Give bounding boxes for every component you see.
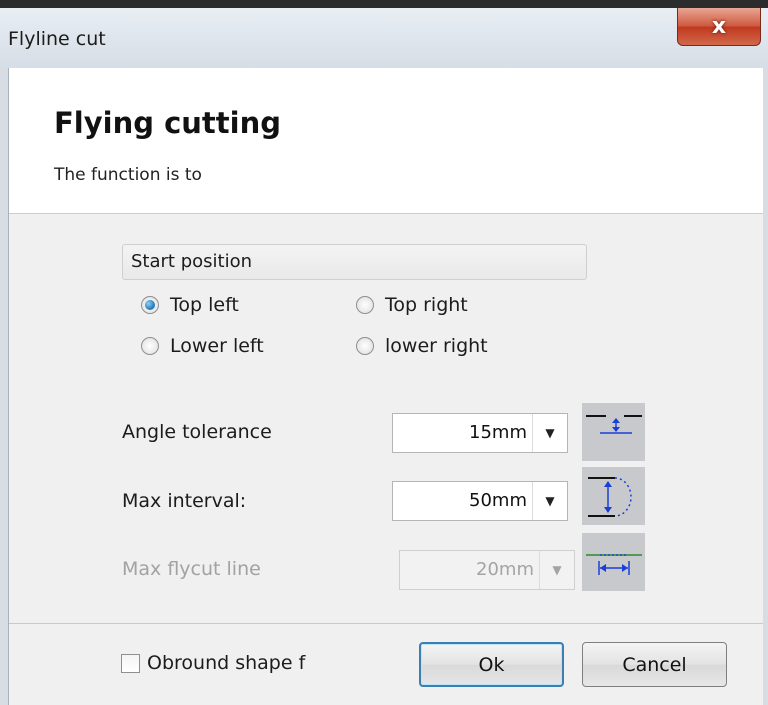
dialog-header: Flying cutting The function is to [9,68,763,214]
screen-top-strip [0,0,768,8]
radio-label: lower right [385,335,488,357]
window-title: Flyline cut [8,28,106,50]
footer-divider [9,623,763,624]
max-interval-label: Max interval: [122,490,247,512]
obround-shape-label: Obround shape f [147,652,306,674]
radio-label: Top left [170,294,239,316]
ok-button[interactable]: Ok [419,642,564,687]
angle-tolerance-label: Angle tolerance [122,421,272,443]
angle-tolerance-combo[interactable]: 15mm ▼ [392,413,568,453]
angle-tolerance-value: 15mm [469,422,527,443]
radio-unchecked-icon [356,337,374,355]
start-position-group-label: Start position [122,244,587,280]
max-flycut-line-icon [582,533,645,591]
max-interval-combo[interactable]: 50mm ▼ [392,481,568,521]
radio-unchecked-icon [356,296,374,314]
radio-label: Lower left [170,335,264,357]
obround-shape-checkbox[interactable]: Obround shape f [121,652,305,674]
max-flycut-line-combo[interactable]: 20mm ▼ [399,550,575,590]
close-icon: x [711,14,727,39]
radio-top-left[interactable]: Top left [141,294,239,316]
window-frame-right [763,68,768,705]
radio-unchecked-icon [141,337,159,355]
window-frame-left [0,68,8,705]
radio-lower-right[interactable]: lower right [356,335,488,357]
header-subtitle: The function is to [54,165,202,185]
dropdown-arrow-icon[interactable]: ▼ [539,551,574,589]
title-bar[interactable]: Flyline cut x [0,8,768,68]
max-interval-value: 50mm [469,490,527,511]
checkbox-unchecked-icon[interactable] [121,653,140,673]
dropdown-arrow-icon[interactable]: ▼ [532,414,567,452]
angle-tolerance-icon [582,403,645,461]
dialog-client-area: Flying cutting The function is to Start … [8,68,763,705]
cancel-button[interactable]: Cancel [582,642,727,687]
radio-label: Top right [385,294,468,316]
max-flycut-line-value: 20mm [476,559,534,580]
close-button[interactable]: x [677,8,761,46]
dropdown-arrow-icon[interactable]: ▼ [532,482,567,520]
radio-top-right[interactable]: Top right [356,294,468,316]
max-interval-icon [582,467,645,525]
max-flycut-line-label: Max flycut line [122,558,261,580]
radio-lower-left[interactable]: Lower left [141,335,264,357]
header-title: Flying cutting [54,106,282,140]
radio-checked-icon [141,296,159,314]
